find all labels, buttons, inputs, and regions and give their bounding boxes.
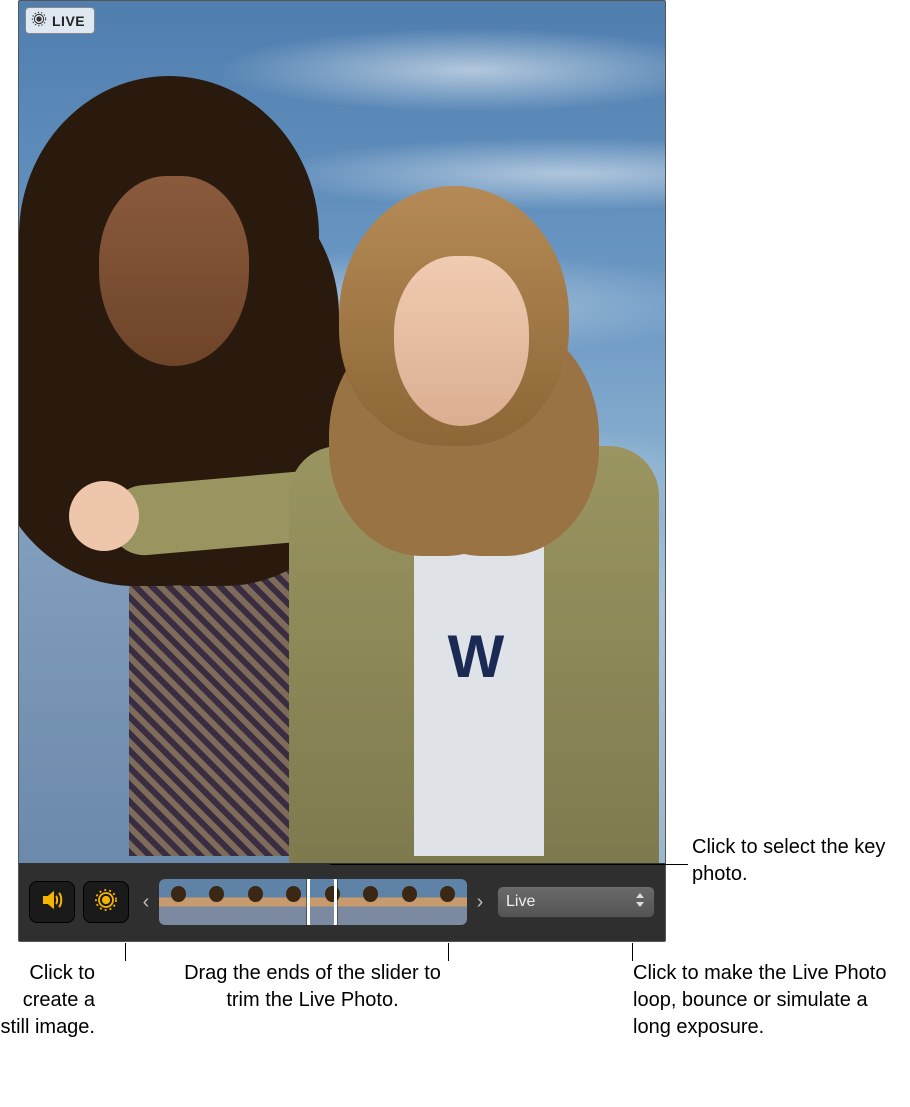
- callout-leader: [330, 864, 688, 865]
- timeline: ‹ ›: [137, 879, 489, 925]
- live-photo-toolbar: ‹ › Live: [19, 863, 665, 941]
- speaker-icon: [40, 888, 64, 917]
- timeline-frame[interactable]: [429, 879, 468, 925]
- timeline-frame[interactable]: [275, 879, 314, 925]
- callout-trim: Drag the ends of the slider to trim the …: [180, 960, 445, 1014]
- callout-still-image: Click to create a still image.: [0, 960, 95, 1041]
- callout-key-photo: Click to select the key photo.: [692, 834, 897, 888]
- photo-editor-window: LIVE W: [18, 0, 666, 942]
- live-photo-toggle-button[interactable]: [83, 881, 129, 923]
- photo-subject: W: [299, 196, 659, 865]
- timeline-frame[interactable]: [159, 879, 198, 925]
- up-down-icon: [634, 893, 646, 912]
- callout-leader: [125, 943, 126, 961]
- timeline-strip[interactable]: [159, 879, 467, 925]
- callout-leader: [632, 943, 633, 961]
- timeline-next-button[interactable]: ›: [471, 879, 489, 925]
- callout-leader: [448, 943, 449, 961]
- live-photo-icon: [94, 888, 118, 917]
- speaker-button[interactable]: [29, 881, 75, 923]
- callout-effects: Click to make the Live Photo loop, bounc…: [633, 960, 898, 1041]
- live-photo-icon: [31, 11, 47, 30]
- timeline-frame[interactable]: [390, 879, 429, 925]
- live-badge-label: LIVE: [52, 13, 85, 29]
- photo-canvas[interactable]: LIVE W: [19, 1, 665, 865]
- live-badge: LIVE: [25, 7, 95, 34]
- timeline-frame[interactable]: [236, 879, 275, 925]
- chevron-left-icon: ‹: [143, 891, 150, 914]
- timeline-prev-button[interactable]: ‹: [137, 879, 155, 925]
- timeline-frame[interactable]: [198, 879, 237, 925]
- timeline-frame[interactable]: [313, 879, 352, 925]
- effect-select[interactable]: Live: [497, 886, 655, 918]
- effect-select-value: Live: [506, 893, 535, 911]
- chevron-right-icon: ›: [477, 891, 484, 914]
- timeline-frame[interactable]: [352, 879, 391, 925]
